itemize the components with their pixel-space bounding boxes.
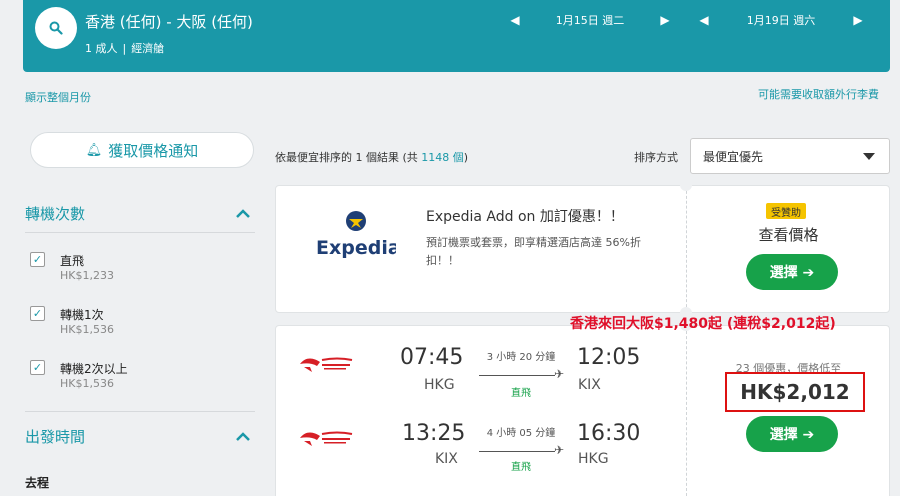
card-divider xyxy=(686,186,687,312)
filter-price: HK$1,233 xyxy=(60,269,114,282)
air-india-logo xyxy=(300,357,353,372)
checkbox[interactable]: ✓ xyxy=(30,252,45,267)
inbound-duration: 4 小時 05 分鐘 xyxy=(486,428,556,439)
section-divider xyxy=(25,232,255,233)
filter-label: 直飛 xyxy=(60,254,85,268)
search-button[interactable] xyxy=(35,7,77,49)
depart-prev-arrow-icon[interactable]: ◀ xyxy=(507,10,523,30)
bell-icon: 🔔︎ xyxy=(85,142,103,158)
sort-label: 排序方式 xyxy=(634,151,678,164)
outbound-arrival-time: 12:05 xyxy=(577,345,641,370)
plane-icon: ✈ xyxy=(554,367,565,381)
sponsored-result-card[interactable]: Expedia Expedia Add on 加訂優惠！！ 預訂機票或套票，即享… xyxy=(275,185,890,313)
search-summary-header: 香港 (任何) - 大阪 (任何) 1 成人 | 經濟艙 ◀ 1月15日 週二 ▶ … xyxy=(23,0,890,72)
show-month-link[interactable]: 顯示整個月份 xyxy=(25,89,91,105)
return-next-arrow-icon[interactable]: ▶ xyxy=(850,10,866,30)
outbound-stops: 直飛 xyxy=(511,388,531,399)
depart-date-picker: ◀ 1月15日 週二 ▶ xyxy=(507,10,673,30)
flight-path-line xyxy=(479,451,555,452)
results-summary: 依最便宜排序的 1 個結果 (共 1148 個) xyxy=(275,149,468,165)
price-annotation: 香港來回大阪$1,480起 (連稅$2,012起) xyxy=(570,316,836,332)
ad-select-button[interactable]: 選擇 ➔ xyxy=(746,254,838,290)
flight-select-button[interactable]: 選擇 ➔ xyxy=(746,416,838,452)
chevron-up-icon[interactable] xyxy=(234,204,252,222)
sort-value: 最便宜優先 xyxy=(703,149,764,164)
ticket-notch xyxy=(680,185,692,191)
return-prev-arrow-icon[interactable]: ◀ xyxy=(696,10,712,30)
price-alert-button[interactable]: 🔔︎ 獲取價格通知 xyxy=(30,132,254,168)
outbound-duration: 3 小時 20 分鐘 xyxy=(486,352,556,363)
card-divider xyxy=(686,326,687,496)
results-prefix: 依最便宜排序的 1 個結果 (共 xyxy=(275,151,422,164)
results-suffix: ) xyxy=(463,151,469,164)
extra-fees-link[interactable]: 可能需要收取額外行李費 xyxy=(758,86,879,102)
travellers-cabin[interactable]: 1 成人 | 經濟艙 xyxy=(85,40,164,56)
view-price-text: 查看價格 xyxy=(758,226,819,244)
air-india-logo xyxy=(300,431,353,446)
sort-dropdown[interactable]: 最便宜優先 xyxy=(690,138,890,174)
price-value: HK$2,012 xyxy=(740,380,850,404)
stops-section-title[interactable]: 轉機次數 xyxy=(25,203,85,224)
return-date-picker: ◀ 1月19日 週六 ▶ xyxy=(696,10,866,30)
filter-label: 轉機1次 xyxy=(60,308,104,322)
separator: | xyxy=(122,42,127,55)
search-icon xyxy=(49,21,63,35)
filter-price: HK$1,536 xyxy=(60,377,114,390)
plane-icon: ✈ xyxy=(554,443,565,457)
inbound-stops: 直飛 xyxy=(511,462,531,473)
depart-date[interactable]: 1月15日 週二 xyxy=(523,12,657,28)
depart-next-arrow-icon[interactable]: ▶ xyxy=(657,10,673,30)
inbound-departure-airport: KIX xyxy=(435,451,458,467)
caret-down-icon xyxy=(863,153,875,160)
filter-label: 轉機2次以上 xyxy=(60,362,128,376)
outbound-departure-airport: HKG xyxy=(424,377,455,393)
expedia-logo: Expedia xyxy=(316,210,401,259)
route-text[interactable]: 香港 (任何) - 大阪 (任何) xyxy=(85,11,253,32)
outbound-label: 去程 xyxy=(25,476,50,490)
section-divider xyxy=(25,411,255,412)
results-total: 1148 個 xyxy=(421,151,464,164)
inbound-arrival-time: 16:30 xyxy=(577,421,641,446)
flight-path-line xyxy=(479,375,555,376)
filter-price: HK$1,536 xyxy=(60,323,114,336)
sponsored-badge: 受贊助 xyxy=(766,203,806,219)
expedia-logo-text: Expedia xyxy=(316,237,396,258)
return-date[interactable]: 1月19日 週六 xyxy=(712,12,850,28)
inbound-departure-time: 13:25 xyxy=(402,421,466,446)
outbound-arrival-airport: KIX xyxy=(578,377,601,393)
travellers-text: 1 成人 xyxy=(85,42,118,55)
chevron-up-icon[interactable] xyxy=(234,427,252,445)
departure-time-section-title[interactable]: 出發時間 xyxy=(25,426,85,447)
inbound-arrival-airport: HKG xyxy=(578,451,609,467)
ad-title: Expedia Add on 加訂優惠！！ xyxy=(426,209,624,225)
outbound-departure-time: 07:45 xyxy=(400,345,464,370)
price-alert-label: 獲取價格通知 xyxy=(108,141,199,160)
flight-result-card[interactable]: 07:45 HKG 3 小時 20 分鐘 ✈ 直飛 12:05 KIX 13:2… xyxy=(275,325,890,496)
checkbox[interactable]: ✓ xyxy=(30,306,45,321)
ad-description: 預訂機票或套票，即享精選酒店高達 56%折扣！！ xyxy=(426,236,641,267)
price-highlight-box: HK$2,012 xyxy=(725,372,865,412)
checkbox[interactable]: ✓ xyxy=(30,360,45,375)
cabin-text: 經濟艙 xyxy=(131,42,165,55)
